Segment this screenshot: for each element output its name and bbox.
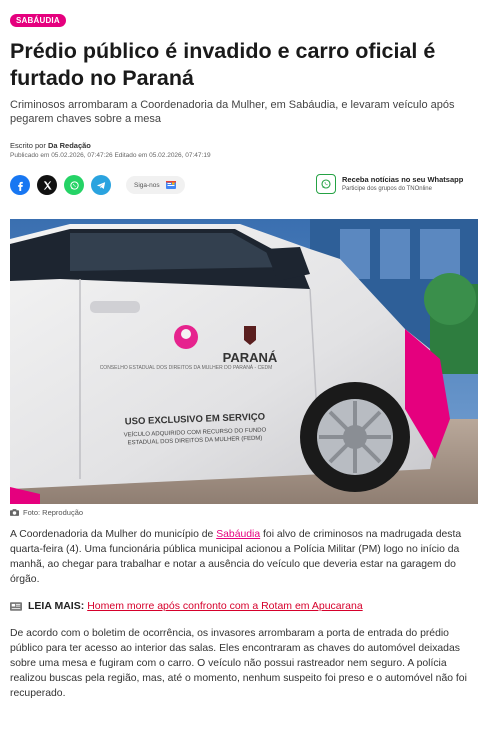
read-more-label: LEIA MAIS: <box>28 600 85 612</box>
whatsapp-groups-cta[interactable]: Receba notícias no seu Whatsapp Particip… <box>316 174 478 194</box>
article-title: Prédio público é invadido e carro oficia… <box>10 39 436 90</box>
google-news-icon <box>165 181 176 189</box>
article-subtitle: Criminosos arrombaram a Coordenadoria da… <box>10 99 455 125</box>
whatsapp-cta-text: Receba notícias no seu Whatsapp Particip… <box>342 175 463 194</box>
x-share-button[interactable] <box>37 175 57 195</box>
caption-text: Foto: Reprodução <box>23 508 84 517</box>
category-badge[interactable]: SABÁUDIA <box>10 14 66 27</box>
author-prefix: Escrito por <box>10 141 46 150</box>
telegram-icon <box>96 181 105 189</box>
read-more-link[interactable]: Homem morre após confronto com a Rotam e… <box>87 600 362 612</box>
whatsapp-cta-box <box>316 174 336 194</box>
camera-icon <box>10 509 19 516</box>
photo-caption: Foto: Reprodução <box>10 508 468 517</box>
publish-dates: Publicado em 05.02.2026, 07:47:26 Editad… <box>10 152 211 159</box>
article-photo: CONSELHO ESTADUAL DOS DIREITOS DA MULHER… <box>10 219 478 504</box>
follow-google-news-button[interactable]: Siga-nos <box>126 176 185 194</box>
newspaper-icon <box>10 601 22 611</box>
car-parana-text: PARANÁ <box>223 350 278 365</box>
car-council-text: CONSELHO ESTADUAL DOS DIREITOS DA MULHER… <box>100 364 273 371</box>
facebook-icon <box>17 181 23 191</box>
facebook-share-button[interactable] <box>10 175 30 195</box>
paragraph-2: De acordo com o boletim de ocorrência, o… <box>10 628 467 699</box>
read-more: LEIA MAIS: Homem morre após confronto co… <box>10 600 468 612</box>
x-icon <box>43 180 52 190</box>
whatsapp-cta-title: Receba notícias no seu Whatsapp <box>342 174 464 184</box>
whatsapp-outline-icon <box>321 179 331 189</box>
share-bar: Siga-nos Receba notícias no seu Whatsapp… <box>10 174 468 196</box>
follow-label: Siga-nos <box>134 181 160 189</box>
whatsapp-cta-subtitle: Participe dos grupos do TNOnline <box>342 185 432 192</box>
article-container: SABÁUDIA Prédio público é invadido e car… <box>0 0 478 747</box>
byline: Escrito por Da Redação <box>10 140 468 151</box>
sabaudia-link[interactable]: Sabáudia <box>216 529 260 540</box>
whatsapp-share-button[interactable] <box>64 175 84 195</box>
telegram-share-button[interactable] <box>91 175 111 195</box>
whatsapp-icon <box>69 180 79 190</box>
author-name[interactable]: Da Redação <box>48 141 91 150</box>
car-photo-illustration: CONSELHO ESTADUAL DOS DIREITOS DA MULHER… <box>10 219 478 504</box>
paragraph-1: A Coordenadoria da Mulher do município d… <box>10 527 468 587</box>
paragraph-1-text-a: A Coordenadoria da Mulher do município d… <box>10 529 217 540</box>
